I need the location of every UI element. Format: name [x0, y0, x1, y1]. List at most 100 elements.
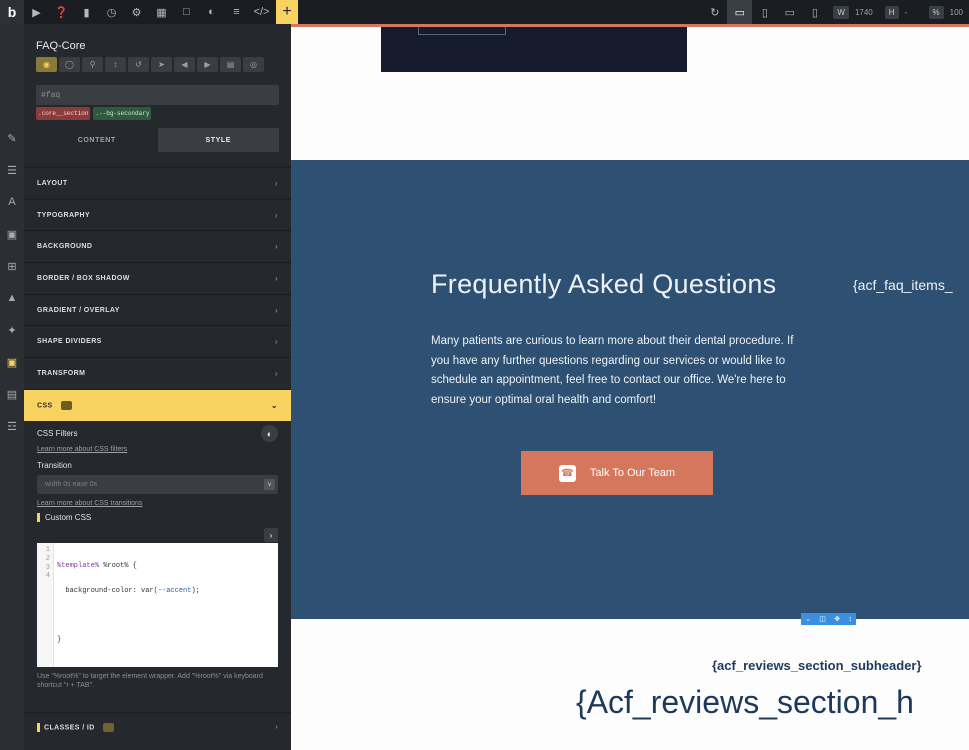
- faq-heading[interactable]: Frequently Asked Questions: [431, 269, 776, 300]
- brush-icon[interactable]: ▲: [0, 282, 24, 314]
- code-token: %template%: [57, 562, 100, 570]
- faq-section[interactable]: Frequently Asked Questions {acf_faq_item…: [291, 160, 969, 619]
- width-field[interactable]: W 1740: [833, 0, 878, 24]
- typography-icon[interactable]: A: [0, 186, 24, 218]
- talk-to-team-button[interactable]: ☎ Talk To Our Team: [521, 451, 713, 495]
- image-icon[interactable]: ▣: [0, 218, 24, 250]
- contrast-icon[interactable]: ◐: [199, 0, 224, 24]
- transition-input[interactable]: width 0s ease 0s v: [37, 475, 278, 494]
- css-filters-label: CSS Filters: [37, 429, 78, 438]
- css3-icon[interactable]: ▣: [0, 346, 24, 378]
- grid-icon[interactable]: ▦: [149, 0, 174, 24]
- tablet-portrait-icon[interactable]: ▯: [752, 0, 777, 24]
- toggle-icon[interactable]: ◉: [36, 57, 57, 72]
- section-shape-dividers[interactable]: SHAPE DIVIDERS ›: [24, 325, 291, 357]
- move-icon[interactable]: ✥: [834, 615, 840, 623]
- faq-paragraph[interactable]: Many patients are curious to learn more …: [431, 332, 811, 410]
- section-typography[interactable]: TYPOGRAPHY ›: [24, 198, 291, 231]
- section-border-box-shadow[interactable]: BORDER / BOX SHADOW ›: [24, 262, 291, 294]
- code-token: background-color: var(: [57, 586, 158, 595]
- refresh-loop-icon[interactable]: ↺: [128, 57, 149, 72]
- chevron-right-icon: ›: [274, 305, 278, 315]
- transition-label: Transition: [37, 461, 72, 470]
- css-filters-link[interactable]: Learn more about CSS filters: [37, 446, 278, 453]
- switch-icon[interactable]: ▤: [220, 57, 241, 72]
- structure-icon[interactable]: □: [174, 0, 199, 24]
- tablet-landscape-icon[interactable]: ▭: [777, 0, 802, 24]
- code-line: background-color: var(--accent);: [57, 586, 200, 596]
- tab-content[interactable]: CONTENT: [36, 128, 158, 152]
- layout-grid-icon[interactable]: ⊞: [0, 250, 24, 282]
- zoom-field[interactable]: % 100: [928, 0, 969, 24]
- height-value[interactable]: -: [899, 8, 923, 17]
- target-icon[interactable]: ◎: [243, 57, 264, 72]
- selector-input[interactable]: #faq: [36, 85, 279, 105]
- reviews-subheader[interactable]: {acf_reviews_section_subheader}: [712, 658, 922, 673]
- add-element-button[interactable]: +: [276, 0, 298, 24]
- help-icon[interactable]: ❓: [49, 0, 74, 24]
- chevron-right-icon: ›: [274, 242, 278, 252]
- zoom-label: %: [928, 5, 944, 19]
- section-label: BORDER / BOX SHADOW: [37, 274, 130, 282]
- mobile-icon[interactable]: ▯: [802, 0, 827, 24]
- section-mini-toolbar: ⌄ ◫ ✥ ↕: [801, 613, 856, 625]
- layers-icon[interactable]: ☰: [0, 154, 24, 186]
- preview-canvas[interactable]: Frequently Asked Questions {acf_faq_item…: [291, 24, 969, 750]
- section-transform[interactable]: TRANSFORM ›: [24, 357, 291, 389]
- height-field[interactable]: H -: [884, 0, 923, 24]
- zoom-value[interactable]: 100: [944, 8, 969, 17]
- desktop-icon[interactable]: ▭: [727, 0, 753, 24]
- custom-css-hint: Use "%root%" to target the element wrapp…: [37, 673, 263, 689]
- refresh-icon[interactable]: ↻: [702, 0, 727, 24]
- css-filters-row: CSS Filters ◐: [37, 425, 278, 442]
- contrast-icon[interactable]: ◐: [261, 425, 278, 442]
- resize-icon[interactable]: ↕: [848, 616, 852, 623]
- width-value[interactable]: 1740: [849, 8, 879, 17]
- magic-wand-icon[interactable]: ✦: [0, 314, 24, 346]
- chevron-right-icon: ›: [274, 368, 278, 378]
- cursor-icon[interactable]: ▶: [24, 0, 49, 24]
- class-tag-core-section[interactable]: .core__section: [36, 107, 91, 120]
- align-vertical-icon[interactable]: ↕: [105, 57, 126, 72]
- history-icon[interactable]: ◷: [99, 0, 124, 24]
- chevron-down-icon[interactable]: ⌄: [805, 615, 811, 623]
- monitor-icon: [60, 400, 72, 410]
- builder-logo[interactable]: b: [0, 0, 24, 24]
- reviews-header[interactable]: {Acf_reviews_section_h: [576, 684, 914, 721]
- code-token: %root% {: [99, 562, 137, 570]
- custom-css-editor[interactable]: 1 2 3 4 %template% %root% { background-c…: [37, 543, 278, 667]
- pencil-icon[interactable]: ✎: [0, 122, 24, 154]
- chevron-down-icon[interactable]: v: [264, 479, 275, 490]
- step-forward-icon[interactable]: ▶: [197, 57, 218, 72]
- cta-label: Talk To Our Team: [589, 467, 676, 479]
- database-icon[interactable]: ☲: [0, 410, 24, 442]
- settings-gear-icon[interactable]: ⚙: [124, 0, 149, 24]
- code-toolbar: ›: [37, 528, 278, 542]
- section-label: CSS: [37, 402, 53, 409]
- section-layout[interactable]: LAYOUT ›: [24, 167, 291, 199]
- section-css[interactable]: CSS ⌄: [24, 388, 291, 421]
- step-back-icon[interactable]: ◀: [174, 57, 195, 72]
- class-tag-bg-secondary[interactable]: .--bg-secondary: [93, 107, 152, 120]
- panel-header: FAQ-Core ◉ ◯ ⚲ ↕ ↺ ➤ ◀ ▶ ▤ ◎ #faq .core_…: [24, 24, 291, 152]
- pages-icon[interactable]: ▮: [74, 0, 99, 24]
- dark-hero-block[interactable]: [381, 27, 687, 72]
- section-gradient-overlay[interactable]: GRADIENT / OVERLAY ›: [24, 293, 291, 326]
- expand-editor-icon[interactable]: ›: [264, 528, 278, 542]
- tab-style[interactable]: STYLE: [157, 128, 279, 152]
- code-icon[interactable]: </>: [249, 0, 274, 24]
- section-background[interactable]: BACKGROUND ›: [24, 230, 291, 262]
- columns-icon[interactable]: ◫: [819, 615, 826, 623]
- search-icon[interactable]: ⚲: [82, 57, 103, 72]
- code-token: );: [191, 586, 200, 595]
- hero-button-outline[interactable]: [418, 27, 506, 35]
- code-line: }: [57, 636, 62, 645]
- pointer-icon[interactable]: ➤: [151, 57, 172, 72]
- mouse-icon[interactable]: ◯: [59, 57, 80, 72]
- faq-items-placeholder[interactable]: {acf_faq_items_: [853, 277, 953, 293]
- css-transitions-link[interactable]: Learn more about CSS transitions: [37, 500, 278, 507]
- code-lines[interactable]: %template% %root% { background-color: va…: [54, 543, 200, 667]
- section-classes-id[interactable]: CLASSES / ID ›: [24, 712, 291, 742]
- sliders-icon[interactable]: ≡: [224, 0, 249, 24]
- id-card-icon[interactable]: ▤: [0, 378, 24, 410]
